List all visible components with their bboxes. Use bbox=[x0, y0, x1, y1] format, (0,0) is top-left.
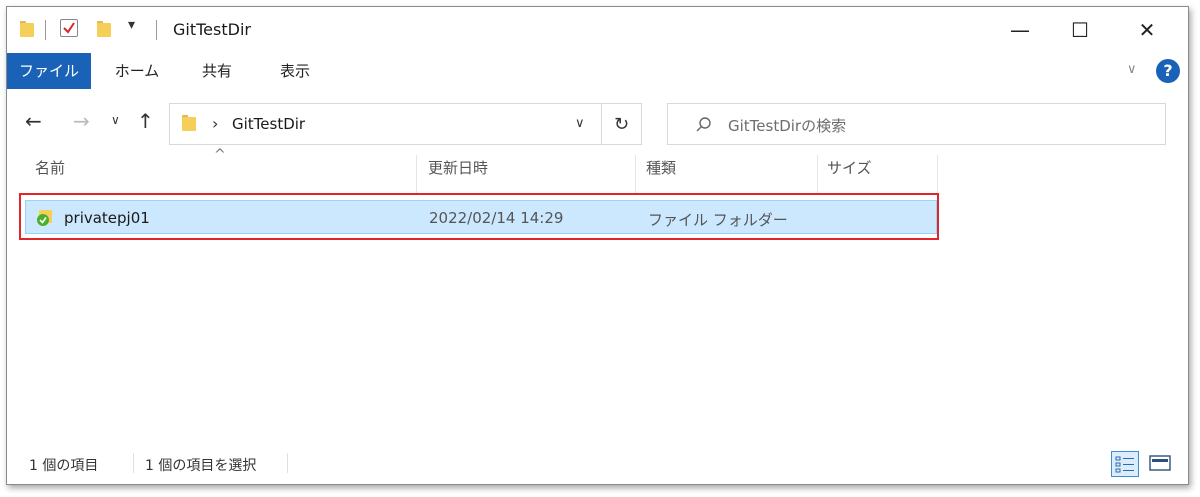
large-icons-view-icon bbox=[1149, 455, 1171, 471]
breadcrumb-gittestdir[interactable]: GitTestDir bbox=[232, 115, 305, 133]
search-icon bbox=[696, 117, 711, 132]
explorer-window: ▾ GitTestDir — ☐ ✕ ファイル ホーム 共有 表示 ∨ ? ← … bbox=[6, 6, 1189, 485]
divider bbox=[156, 20, 157, 40]
address-dropdown-icon[interactable]: ∨ bbox=[575, 116, 585, 131]
address-bar[interactable]: › GitTestDir ∨ bbox=[169, 103, 602, 145]
column-header-name[interactable]: 名前 bbox=[35, 157, 65, 191]
divider bbox=[45, 20, 46, 40]
column-divider[interactable] bbox=[635, 155, 636, 193]
details-view-button[interactable] bbox=[1111, 451, 1139, 477]
details-view-icon bbox=[1115, 456, 1134, 473]
folder-icon bbox=[182, 115, 196, 131]
sort-ascending-icon: ^ bbox=[214, 147, 226, 163]
tab-share[interactable]: 共有 bbox=[187, 53, 247, 89]
close-button[interactable]: ✕ bbox=[1124, 7, 1170, 53]
column-divider[interactable] bbox=[937, 155, 938, 193]
search-placeholder: GitTestDirの検索 bbox=[728, 117, 847, 135]
ribbon: ファイル ホーム 共有 表示 ∨ ? bbox=[7, 53, 1188, 89]
column-divider[interactable] bbox=[817, 155, 818, 193]
quick-access-dropdown-icon[interactable]: ▾ bbox=[128, 17, 135, 33]
column-header-modified[interactable]: 更新日時 bbox=[428, 157, 488, 191]
recent-locations-icon[interactable]: ∨ bbox=[111, 113, 120, 127]
search-input[interactable]: GitTestDirの検索 bbox=[667, 103, 1166, 145]
tab-home[interactable]: ホーム bbox=[105, 53, 169, 89]
maximize-button[interactable]: ☐ bbox=[1057, 7, 1103, 53]
forward-arrow-icon[interactable]: → bbox=[73, 109, 90, 133]
tab-view[interactable]: 表示 bbox=[265, 53, 325, 89]
column-header-size[interactable]: サイズ bbox=[827, 157, 872, 191]
back-arrow-icon[interactable]: ← bbox=[25, 109, 42, 133]
refresh-button[interactable]: ↻ bbox=[602, 103, 642, 145]
tab-file[interactable]: ファイル bbox=[7, 53, 91, 89]
column-header-type[interactable]: 種類 bbox=[646, 157, 676, 191]
column-divider[interactable] bbox=[416, 155, 417, 193]
up-arrow-icon[interactable]: ↑ bbox=[137, 109, 154, 133]
properties-icon[interactable] bbox=[60, 19, 78, 37]
new-folder-icon[interactable] bbox=[97, 21, 111, 37]
divider bbox=[287, 453, 288, 473]
window-title: GitTestDir bbox=[173, 20, 251, 39]
title-bar: ▾ GitTestDir — ☐ ✕ bbox=[7, 7, 1188, 53]
address-row: ← → ∨ ↑ › GitTestDir ∨ ↻ GitTestDirの検索 bbox=[7, 95, 1188, 147]
breadcrumb-separator-icon[interactable]: › bbox=[212, 114, 218, 133]
large-icons-view-button[interactable] bbox=[1147, 451, 1175, 477]
help-icon[interactable]: ? bbox=[1156, 59, 1180, 83]
minimize-button[interactable]: — bbox=[997, 7, 1043, 53]
highlight-box bbox=[19, 193, 939, 240]
folder-icon bbox=[20, 21, 34, 37]
divider bbox=[133, 453, 134, 473]
status-selected-count: 1 個の項目を選択 bbox=[145, 458, 257, 474]
expand-ribbon-icon[interactable]: ∨ bbox=[1127, 62, 1137, 77]
status-item-count: 1 個の項目 bbox=[29, 458, 99, 474]
